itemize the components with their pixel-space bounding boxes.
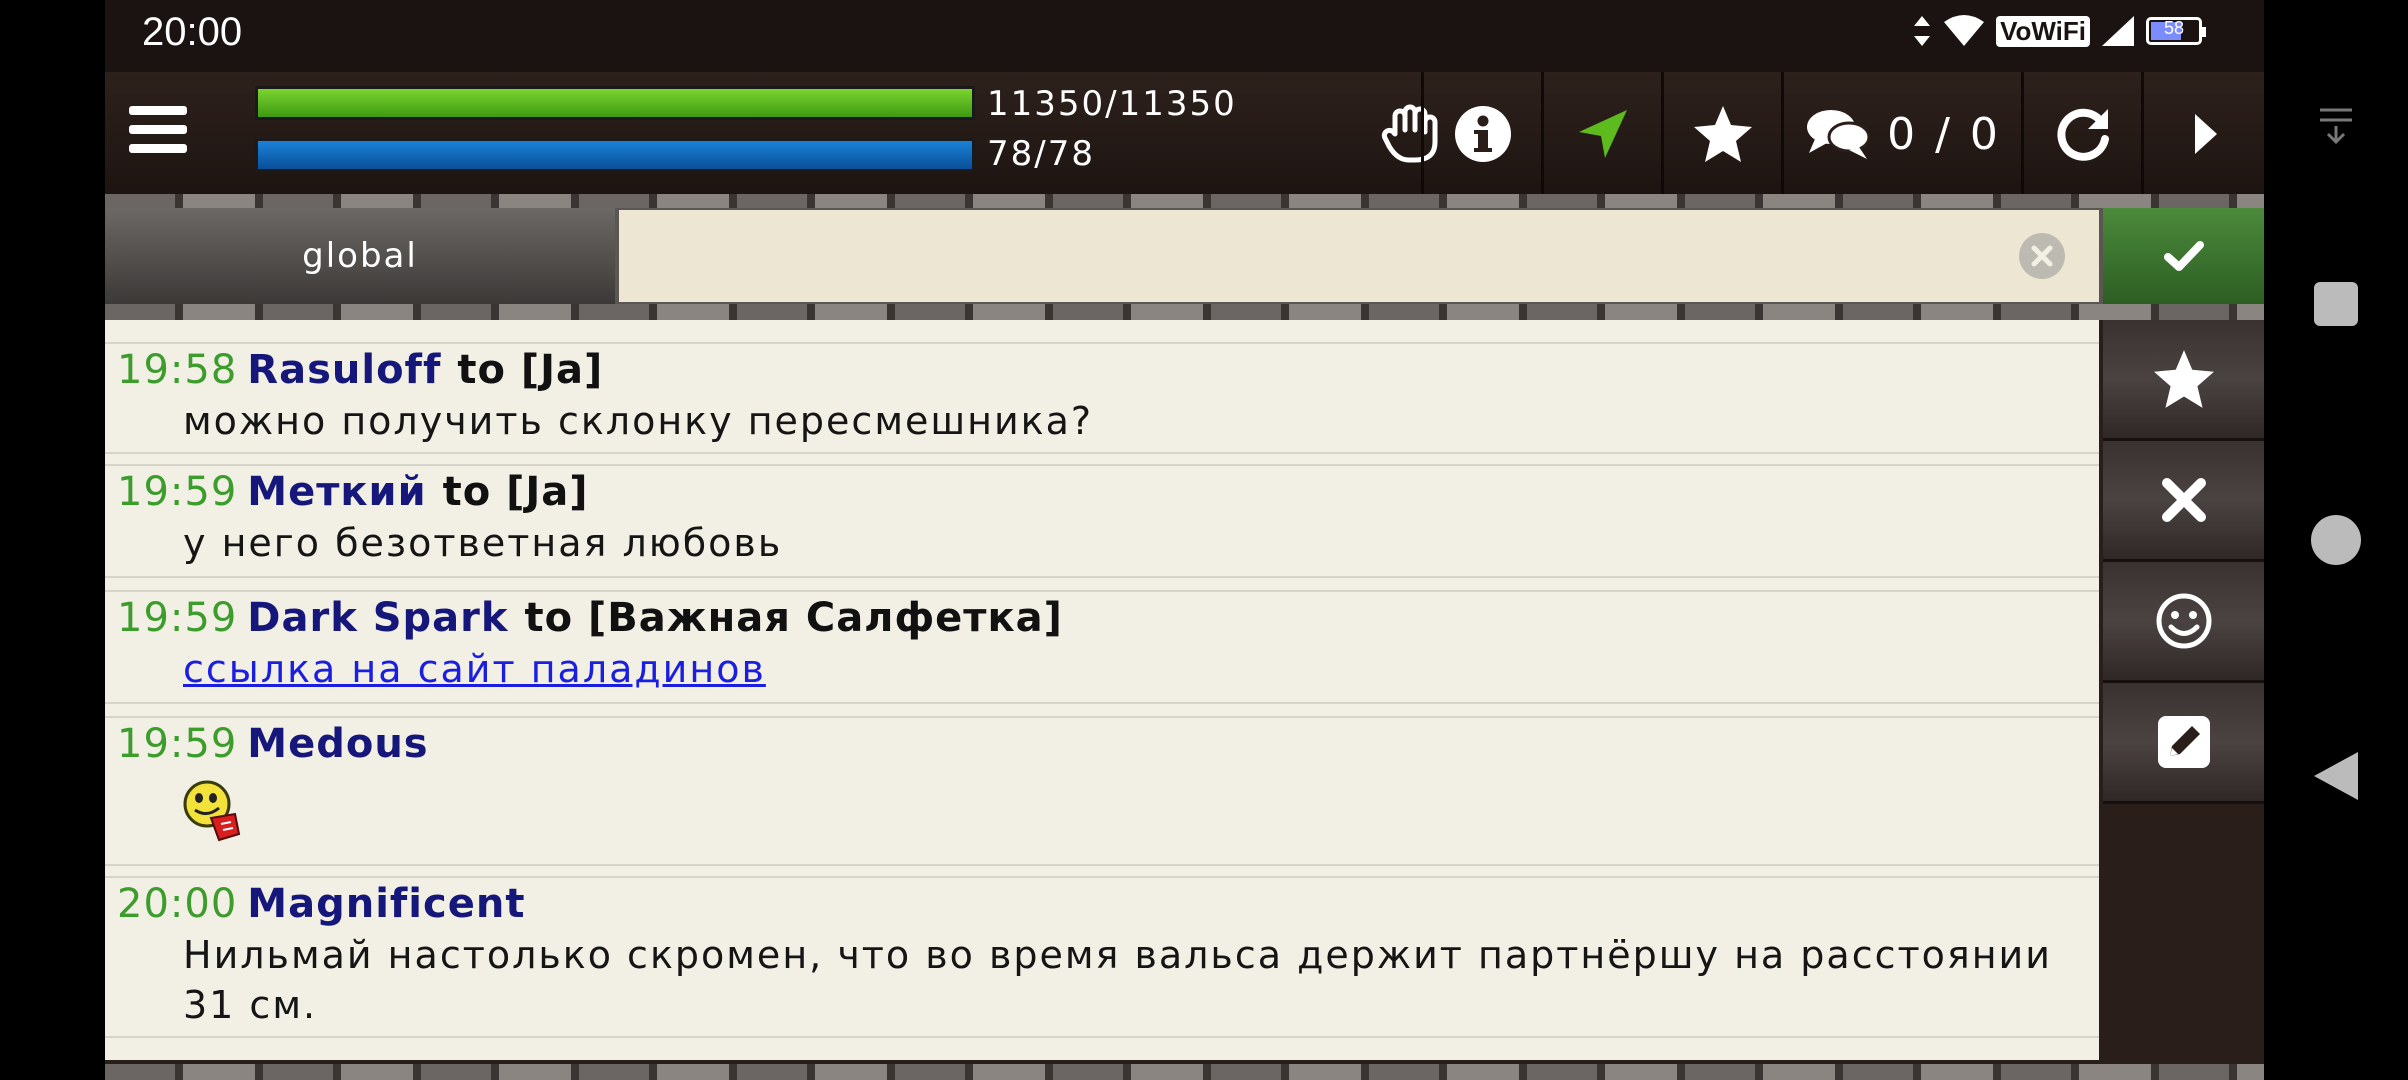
home-button[interactable]	[2264, 514, 2408, 566]
close-icon	[2161, 478, 2206, 522]
message-time: 19:59	[117, 721, 238, 767]
signal-icon	[2102, 16, 2134, 46]
status-bar: 20:00 VoWiFi 58	[105, 0, 2264, 72]
play-arrow-icon	[2194, 114, 2217, 154]
edit-icon	[2157, 716, 2210, 768]
info-icon	[1455, 106, 1511, 162]
message-time: 19:59	[117, 595, 238, 641]
mana-bar-fill	[258, 141, 972, 169]
emoticon-button[interactable]	[2103, 562, 2264, 683]
menu-icon[interactable]	[129, 106, 187, 156]
battery-icon: 58	[2146, 17, 2206, 45]
notification-shade-button[interactable]	[2264, 106, 2408, 146]
status-icons: VoWiFi 58	[1912, 14, 2206, 48]
system-nav-bar	[2264, 0, 2408, 1080]
chat-log: 19:58 Rasuloff to [Ja] можно получить скло…	[105, 320, 2099, 1060]
channel-tab-global[interactable]: global	[105, 208, 615, 304]
message-recipient[interactable]: to [Важная Салфетка]	[525, 595, 1063, 641]
stone-divider	[105, 304, 2264, 320]
message-text: Нильмай настолько скромен, что во время …	[183, 933, 2052, 1027]
wifi-icon	[1944, 15, 1985, 46]
status-time: 20:00	[142, 10, 243, 54]
chat-message: 19:59 Меткий to [Ja] у него безответная лю…	[105, 464, 2099, 578]
circle-icon	[2311, 515, 2361, 565]
message-author[interactable]: Magnificent	[247, 881, 525, 927]
message-recipient[interactable]: to [Ja]	[443, 469, 589, 515]
smiley-icon	[2156, 593, 2211, 649]
mana-value: 78/78	[987, 134, 1095, 174]
chat-message: 19:59 Dark Spark to [Важная Салфетка] ссыл…	[105, 590, 2099, 704]
refresh-icon	[2057, 108, 2109, 161]
battery-level: 58	[2163, 18, 2185, 38]
message-time: 20:00	[117, 881, 238, 927]
side-panel	[2103, 320, 2264, 1080]
info-button[interactable]	[1421, 72, 1542, 196]
close-button[interactable]	[2103, 441, 2264, 562]
message-time: 19:59	[117, 469, 238, 515]
messages-button[interactable]: 0 / 0	[1781, 72, 2022, 196]
star-icon	[2153, 350, 2214, 408]
data-arrows-icon	[1914, 16, 1931, 46]
chat-bubbles-icon	[1807, 110, 1871, 159]
message-author[interactable]: Medous	[247, 721, 428, 767]
laughing-smiley-icon	[183, 780, 241, 842]
message-input[interactable]	[619, 210, 2099, 302]
refresh-button[interactable]	[2021, 72, 2142, 196]
favorite-button[interactable]	[2103, 320, 2264, 441]
message-author[interactable]: Dark Spark	[247, 595, 508, 641]
clear-input-button[interactable]	[2019, 233, 2065, 279]
top-toolbar: 11350/11350 78/78 0 / 0	[105, 72, 2264, 196]
next-button[interactable]	[2141, 72, 2264, 196]
chat-message: 19:58 Rasuloff to [Ja] можно получить скло…	[105, 342, 2099, 454]
close-icon	[2031, 245, 2053, 267]
smiley-emoticon	[183, 778, 241, 842]
edit-button[interactable]	[2103, 683, 2264, 804]
health-bar-fill	[258, 89, 972, 117]
channel-bar: global	[105, 208, 2264, 304]
triangle-back-icon	[2314, 752, 2358, 800]
back-button[interactable]	[2264, 750, 2408, 802]
star-icon	[1694, 106, 1752, 162]
collapse-down-icon	[2320, 108, 2352, 145]
recents-button[interactable]	[2264, 280, 2408, 328]
message-author[interactable]: Rasuloff	[247, 347, 441, 393]
message-author[interactable]: Меткий	[247, 469, 426, 515]
message-link[interactable]: ссылка на сайт паладинов	[183, 647, 766, 691]
checkmark-icon	[2163, 241, 2204, 271]
health-bar	[255, 86, 975, 120]
mana-bar	[255, 138, 975, 172]
health-value: 11350/11350	[987, 84, 1237, 124]
send-button[interactable]	[2103, 208, 2264, 304]
vowifi-icon: VoWiFi	[1996, 15, 2090, 47]
square-icon	[2314, 282, 2358, 326]
game-chat-app: 11350/11350 78/78 0 / 0 global 19:58 Ras…	[105, 72, 2264, 1080]
favorites-button[interactable]	[1661, 72, 1782, 196]
message-time: 19:58	[117, 347, 238, 393]
message-text: можно получить склонку пересмешника?	[183, 399, 1094, 443]
stone-divider	[105, 1064, 2264, 1080]
navigation-arrow-icon	[1579, 110, 1627, 158]
navigation-button[interactable]	[1541, 72, 1662, 196]
message-count: 0 / 0	[1887, 108, 2001, 160]
chat-message: 19:59 Medous	[105, 716, 2099, 866]
message-text: у него безответная любовь	[183, 521, 783, 565]
chat-message: 20:00 Magnificent Нильмай настолько скром…	[105, 876, 2099, 1038]
message-recipient[interactable]: to [Ja]	[457, 347, 603, 393]
